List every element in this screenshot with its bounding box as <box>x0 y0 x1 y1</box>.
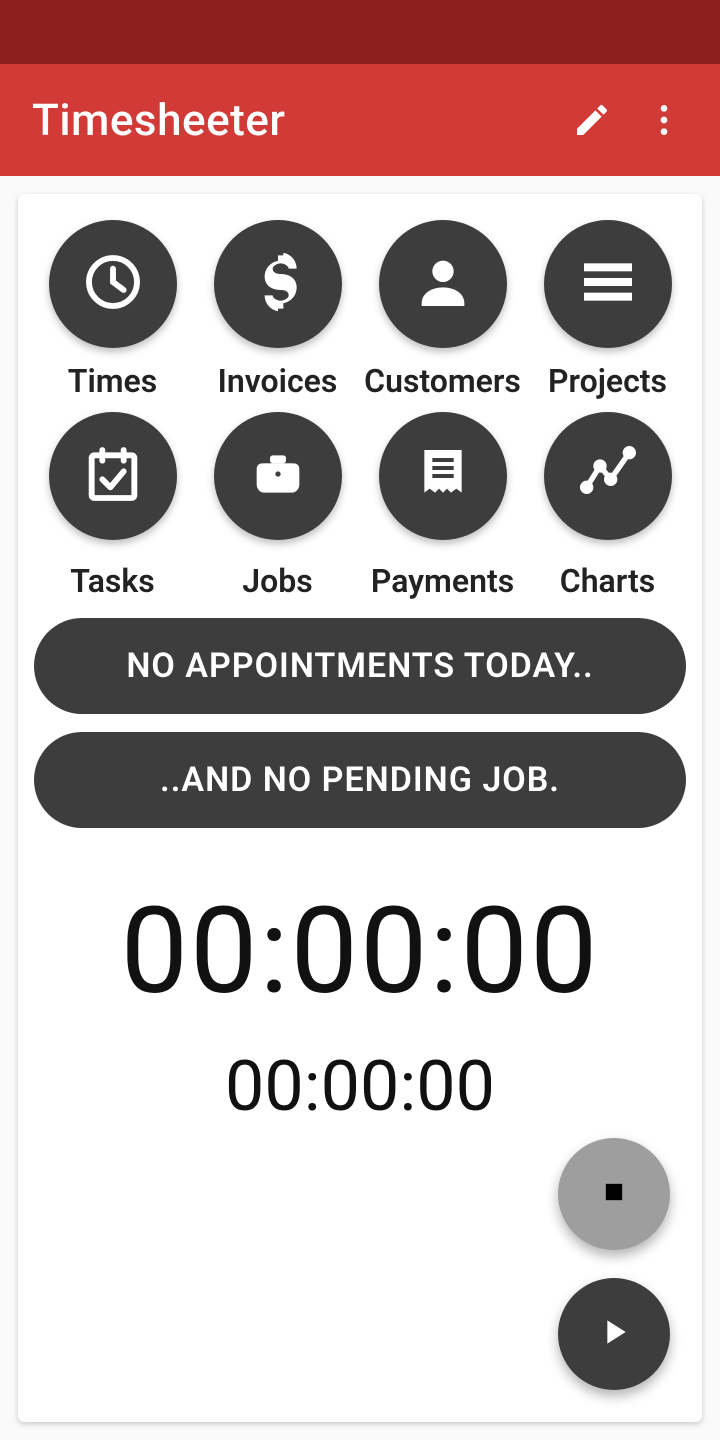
nav-projects[interactable]: Projects <box>525 212 690 404</box>
overflow-menu-icon[interactable] <box>628 84 700 156</box>
main-card: Times Invoices Customers Projects Tas <box>18 194 702 1422</box>
nav-invoices-label: Invoices <box>218 362 338 400</box>
nav-payments-label: Payments <box>371 562 514 600</box>
pending-job-status[interactable]: ..AND NO PENDING JOB. <box>34 732 686 828</box>
stop-button[interactable] <box>558 1138 670 1250</box>
nav-charts-label: Charts <box>560 562 655 600</box>
nav-times[interactable]: Times <box>30 212 195 404</box>
play-icon <box>594 1312 634 1356</box>
chart-line-icon <box>576 442 640 510</box>
nav-customers[interactable]: Customers <box>360 212 525 404</box>
receipt-icon <box>411 442 475 510</box>
app-title: Timesheeter <box>32 94 556 146</box>
nav-jobs-label: Jobs <box>242 562 312 600</box>
timer-large: 00:00:00 <box>18 882 702 1022</box>
appointments-status[interactable]: NO APPOINTMENTS TODAY.. <box>34 618 686 714</box>
nav-times-label: Times <box>68 362 157 400</box>
nav-invoices[interactable]: Invoices <box>195 212 360 404</box>
nav-tasks[interactable]: Tasks <box>30 404 195 604</box>
nav-payments[interactable]: Payments <box>360 404 525 604</box>
nav-tasks-label: Tasks <box>70 562 154 600</box>
clock-icon <box>81 250 145 318</box>
nav-grid-row-1: Times Invoices Customers Projects <box>18 212 702 404</box>
nav-jobs[interactable]: Jobs <box>195 404 360 604</box>
timer-small: 00:00:00 <box>18 1046 702 1128</box>
person-icon <box>411 250 475 318</box>
edit-icon[interactable] <box>556 84 628 156</box>
dollar-icon <box>246 250 310 318</box>
nav-charts[interactable]: Charts <box>525 404 690 604</box>
android-status-bar <box>0 0 720 64</box>
nav-grid-row-2: Tasks Jobs Payments Charts <box>18 404 702 604</box>
app-toolbar: Timesheeter <box>0 64 720 176</box>
stop-icon <box>600 1178 628 1210</box>
calendar-check-icon <box>81 442 145 510</box>
list-icon <box>576 250 640 318</box>
play-button[interactable] <box>558 1278 670 1390</box>
nav-projects-label: Projects <box>548 362 667 400</box>
nav-customers-label: Customers <box>364 362 521 400</box>
briefcase-icon <box>246 442 310 510</box>
